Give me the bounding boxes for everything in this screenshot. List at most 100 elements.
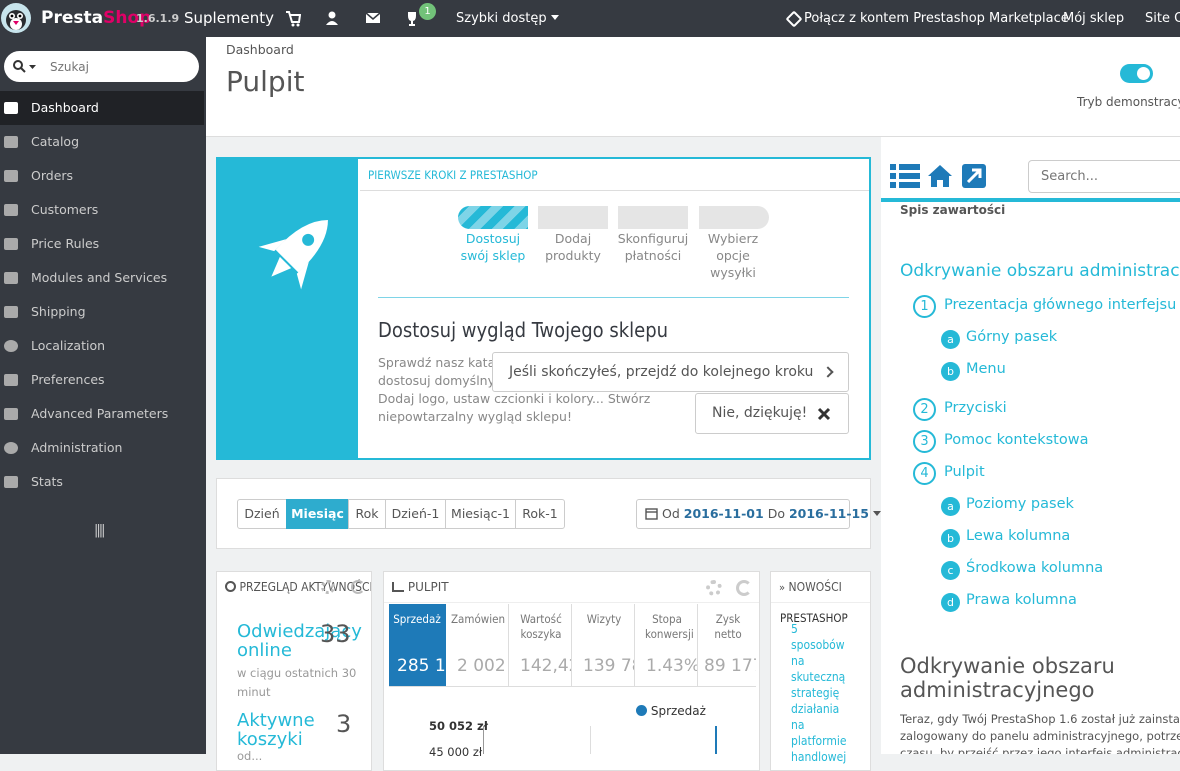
logo-icon[interactable] bbox=[0, 0, 33, 37]
kpi-orders[interactable]: Zamówien 2 002 bbox=[448, 604, 509, 686]
collapse-menu-icon[interactable]: |||| bbox=[94, 523, 105, 538]
toc-letter-badge: b bbox=[941, 529, 960, 548]
toc-link[interactable]: Poziomy pasek bbox=[966, 496, 1074, 512]
quick-access-label: Szybki dostęp bbox=[456, 11, 547, 26]
breadcrumb[interactable]: Dashboard bbox=[226, 42, 294, 57]
next-step-button[interactable]: Jeśli skończyłeś, przejdź do kolejnego k… bbox=[492, 352, 849, 392]
no-thanks-label: Nie, dziękuję! bbox=[712, 405, 808, 421]
sidebar-item-shipping[interactable]: Shipping bbox=[0, 295, 206, 329]
title-line: administracyjnego bbox=[900, 678, 1095, 702]
sidebar-item-catalog[interactable]: Catalog bbox=[0, 125, 206, 159]
period-prev-year-button[interactable]: Rok-1 bbox=[515, 499, 565, 529]
period-day-button[interactable]: Dzień bbox=[237, 499, 287, 529]
trophy-icon[interactable] bbox=[404, 0, 420, 37]
sidebar-item-advanced[interactable]: Advanced Parameters bbox=[0, 397, 206, 431]
period-year-button[interactable]: Rok bbox=[348, 499, 386, 529]
kpi-visits[interactable]: Wizyty 139 78 bbox=[574, 604, 635, 686]
refresh-icon[interactable] bbox=[736, 580, 752, 596]
list-icon[interactable] bbox=[890, 164, 920, 188]
refresh-icon[interactable] bbox=[351, 580, 365, 594]
marketplace-link[interactable]: Połącz z kontem Prestashop Marketplace bbox=[785, 0, 1069, 37]
notification-badge: 1 bbox=[419, 3, 436, 20]
envelope-icon[interactable] bbox=[365, 0, 381, 37]
demo-mode-toggle[interactable] bbox=[1120, 64, 1153, 83]
step-progress bbox=[699, 206, 769, 229]
search-icon[interactable] bbox=[13, 59, 37, 78]
period-month-button[interactable]: Miesiąc bbox=[286, 499, 349, 529]
news-line: platformie bbox=[791, 734, 847, 748]
date-range-picker[interactable]: Od 2016-11-01 Do 2016-11-15 bbox=[636, 499, 881, 529]
title-line: Odkrywanie obszaru bbox=[900, 654, 1115, 678]
site-link[interactable]: Site O bbox=[1145, 0, 1180, 37]
home-icon[interactable] bbox=[927, 164, 953, 188]
kpi-value: 285 11 bbox=[397, 656, 446, 676]
toc-link[interactable]: Lewa kolumna bbox=[966, 528, 1070, 544]
step-line: Dodaj bbox=[554, 231, 592, 246]
sidebar-item-orders[interactable]: Orders bbox=[0, 159, 206, 193]
toc-number-badge: 4 bbox=[913, 462, 936, 485]
toc-number-badge: 3 bbox=[913, 430, 936, 453]
sidebar-item-label: Localization bbox=[31, 338, 106, 353]
toc-link[interactable]: Środkowa kolumna bbox=[966, 560, 1103, 576]
toc-link[interactable]: Górny pasek bbox=[966, 329, 1057, 345]
news-line: strategię bbox=[791, 686, 840, 700]
no-thanks-button[interactable]: Nie, dziękuję! bbox=[695, 393, 849, 434]
toc-link[interactable]: Pomoc kontekstowa bbox=[944, 432, 1088, 448]
cart-icon[interactable] bbox=[285, 0, 302, 37]
sidebar-item-label: Preferences bbox=[31, 372, 105, 387]
sidebar-item-preferences[interactable]: Preferences bbox=[0, 363, 206, 397]
sidebar-item-administration[interactable]: Administration bbox=[0, 431, 206, 465]
news-heading-text: NOWOŚCI bbox=[788, 580, 842, 594]
credit-card-icon bbox=[4, 170, 18, 182]
sidebar-item-customers[interactable]: Customers bbox=[0, 193, 206, 227]
search-input[interactable] bbox=[50, 57, 190, 76]
sidebar-item-dashboard[interactable]: Dashboard bbox=[0, 91, 204, 125]
step-line: opcje bbox=[716, 248, 750, 263]
news-line: skuteczną bbox=[791, 670, 846, 684]
active-carts-value: 3 bbox=[336, 710, 352, 738]
step-label-shipping[interactable]: Wybierz opcje wysyłki bbox=[693, 230, 773, 281]
kpi-conversion[interactable]: Stopa konwersji 1.43% bbox=[637, 604, 698, 686]
to-date: 2016-11-15 bbox=[788, 506, 869, 521]
my-shop-link[interactable]: Mój sklep bbox=[1063, 0, 1124, 37]
step-label-customize[interactable]: Dostosuj swój sklep bbox=[453, 230, 533, 264]
shop-name-link[interactable]: Suplementy bbox=[184, 0, 274, 37]
sidebar-item-localization[interactable]: Localization bbox=[0, 329, 206, 363]
step-label-payments[interactable]: Skonfiguruj płatności bbox=[613, 230, 693, 264]
sidebar-item-modules[interactable]: Modules and Services bbox=[0, 261, 206, 295]
toc-link[interactable]: Przyciski bbox=[944, 400, 1007, 416]
external-link-icon[interactable] bbox=[962, 164, 986, 188]
news-article-link[interactable]: 5 sposobów na skuteczną strategię działa… bbox=[791, 621, 870, 765]
help-search-input[interactable] bbox=[1028, 160, 1180, 193]
heading-divider bbox=[360, 190, 869, 191]
brand-logo[interactable]: PrestaShop bbox=[41, 0, 151, 37]
to-label: Do bbox=[767, 506, 785, 521]
sidebar-item-price-rules[interactable]: Price Rules bbox=[0, 227, 206, 261]
chevron-right-icon bbox=[822, 366, 834, 378]
calendar-icon bbox=[645, 507, 658, 520]
period-prev-day-button[interactable]: Dzień-1 bbox=[385, 499, 446, 529]
toc-link[interactable]: Prawa kolumna bbox=[966, 592, 1077, 608]
dashboard-heading-text: PULPIT bbox=[407, 580, 449, 594]
sidebar-item-label: Shipping bbox=[31, 304, 86, 319]
period-prev-month-button[interactable]: Miesiąc-1 bbox=[445, 499, 516, 529]
customer-icon[interactable] bbox=[325, 0, 339, 37]
help-section-title[interactable]: Odkrywanie obszaru administracy bbox=[900, 261, 1180, 281]
toc-link[interactable]: Menu bbox=[966, 361, 1006, 377]
sidebar-item-label: Advanced Parameters bbox=[31, 406, 169, 421]
step-label-products[interactable]: Dodaj produkty bbox=[533, 230, 613, 264]
active-carts-sub: od... bbox=[237, 749, 263, 763]
legend-dot bbox=[636, 705, 647, 716]
gear-icon[interactable] bbox=[706, 580, 722, 596]
kpi-cart-value[interactable]: Wartość koszyka 142,42 bbox=[511, 604, 572, 686]
quick-access-dropdown[interactable]: Szybki dostęp bbox=[456, 0, 559, 37]
sidebar-item-stats[interactable]: Stats bbox=[0, 465, 206, 499]
kpi-sales[interactable]: Sprzedaż 285 11 bbox=[389, 604, 446, 686]
kpi-net-profit[interactable]: Zysk netto 89 177,5 bbox=[700, 604, 756, 686]
toc-link[interactable]: Pulpit bbox=[944, 464, 985, 480]
toc-link[interactable]: Prezentacja głównego interfejsu bbox=[944, 297, 1176, 313]
chart-grid-line bbox=[590, 726, 591, 754]
chart-y-axis bbox=[483, 726, 484, 754]
gear-icon[interactable] bbox=[321, 580, 335, 594]
online-visitors-label: Odwiedzający online bbox=[237, 621, 362, 661]
